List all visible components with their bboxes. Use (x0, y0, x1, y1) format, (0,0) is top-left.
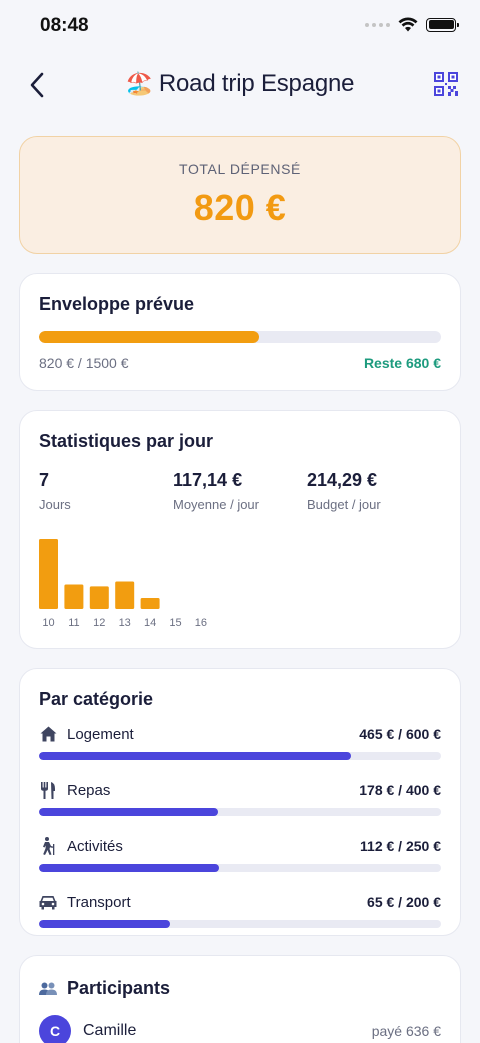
category-card: Par catégorie Logement 465 € / 600 € Rep… (19, 668, 461, 936)
wifi-icon (398, 17, 418, 32)
category-row-logement[interactable]: Logement 465 € / 600 € (39, 724, 441, 760)
status-bar: 08:48 (0, 0, 480, 54)
qr-code-button[interactable] (434, 72, 460, 98)
category-name: Repas (67, 781, 111, 799)
participants-title: Participants (39, 978, 441, 999)
stat-average: 117,14 € Moyenne / jour (173, 470, 307, 512)
category-progress-fill (39, 864, 220, 872)
beach-umbrella-icon: 🏖️ (125, 71, 153, 96)
category-row-transport[interactable]: Transport 65 € / 200 € (39, 892, 441, 928)
total-spent-card: TOTAL DÉPENSÉ 820 € (19, 136, 461, 254)
chart-tick-label: 13 (119, 617, 131, 629)
chart-bar-13 (115, 581, 135, 609)
participants-card: Participants C Camille payé 636 € (19, 955, 461, 1043)
category-progress-track (39, 752, 441, 760)
chart-bar-12 (89, 586, 109, 609)
stat-value: 214,29 € (307, 470, 378, 490)
status-time: 08:48 (40, 15, 89, 36)
total-spent-label: TOTAL DÉPENSÉ (179, 161, 301, 177)
chart-tick-label: 15 (169, 617, 181, 629)
daily-spending-chart-svg: 10 11 12 13 14 15 16 (39, 539, 207, 629)
page-title: 🏖️ Road trip Espagne (0, 70, 480, 98)
chart-tick-label: 16 (195, 617, 207, 629)
chart-tick-label: 12 (93, 617, 105, 629)
participant-row[interactable]: C Camille payé 636 € (39, 1015, 441, 1043)
envelope-progress-track (39, 331, 441, 343)
participant-name: Camille (83, 1022, 137, 1039)
page-title-text: Road trip Espagne (158, 70, 355, 97)
category-progress-track (39, 864, 441, 872)
chart-bar-11 (64, 584, 84, 609)
category-progress-fill (39, 920, 170, 928)
battery-icon (426, 17, 459, 32)
avatar: C (39, 1015, 71, 1043)
app-header: 🏖️ Road trip Espagne (0, 60, 480, 110)
category-progress-fill (39, 752, 351, 760)
chart-bar-10 (39, 539, 58, 609)
qr-code-icon (434, 72, 458, 96)
home-icon (39, 725, 57, 743)
category-progress-fill (39, 808, 218, 816)
envelope-card: Enveloppe prévue 820 € / 1500 € Reste 68… (19, 273, 461, 391)
participants-title-text: Participants (67, 978, 171, 998)
utensils-icon (39, 781, 57, 799)
stat-label: Moyenne / jour (173, 497, 259, 512)
category-row-repas[interactable]: Repas 178 € / 400 € (39, 780, 441, 816)
chart-bar-14 (140, 597, 160, 609)
people-icon (39, 982, 57, 996)
category-value: 178 € / 400 € (359, 782, 441, 798)
stat-label: Budget / jour (307, 497, 381, 512)
hiking-icon (39, 837, 57, 855)
participant-paid: payé 636 € (371, 1023, 441, 1039)
daily-stats-card: Statistiques par jour 7 Jours 117,14 € M… (19, 410, 461, 649)
daily-stats-title: Statistiques par jour (39, 431, 214, 451)
envelope-progress-fill (39, 331, 259, 343)
category-name: Transport (67, 893, 131, 911)
chart-tick-label: 10 (42, 617, 54, 629)
chart-tick-label: 11 (68, 617, 79, 629)
status-icons (365, 17, 459, 32)
category-progress-track (39, 920, 441, 928)
category-value: 65 € / 200 € (367, 894, 441, 910)
category-row-activites[interactable]: Activités 112 € / 250 € (39, 836, 441, 872)
category-progress-track (39, 808, 441, 816)
category-name: Activités (67, 837, 123, 855)
stat-value: 117,14 € (173, 470, 243, 490)
envelope-amount: 820 € / 1500 € (39, 355, 129, 371)
category-value: 112 € / 250 € (360, 838, 441, 854)
chart-tick-label: 14 (144, 617, 156, 629)
cellular-signal-icon (365, 22, 390, 27)
category-value: 465 € / 600 € (359, 726, 441, 742)
stat-days: 7 Jours (39, 470, 173, 512)
daily-spending-chart: 10 11 12 13 14 15 16 (39, 534, 441, 644)
car-icon (39, 893, 57, 911)
stat-label: Jours (39, 497, 71, 512)
stat-value: 7 (39, 470, 50, 490)
category-title: Par catégorie (39, 689, 154, 709)
category-name: Logement (67, 725, 134, 743)
envelope-title: Enveloppe prévue (39, 294, 195, 314)
total-spent-value: 820 € (193, 187, 287, 228)
stat-budget: 214,29 € Budget / jour (307, 470, 441, 512)
envelope-remaining: Reste 680 € (363, 355, 441, 371)
